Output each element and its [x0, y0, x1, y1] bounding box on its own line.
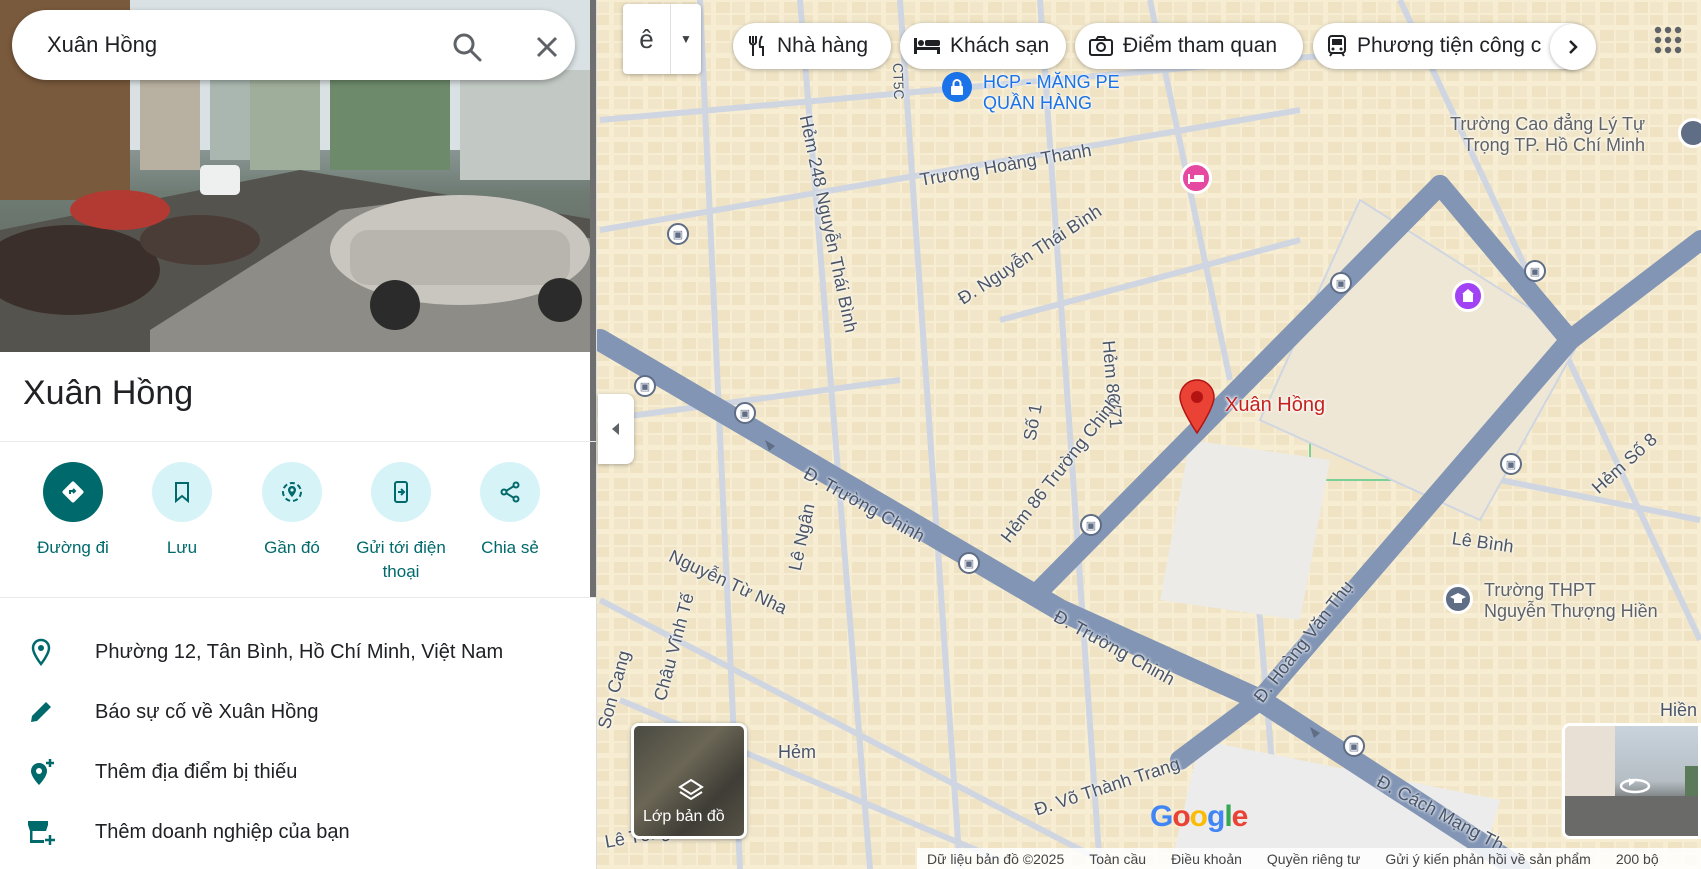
apps-grid-icon — [1654, 26, 1682, 54]
add-place-row[interactable]: Thêm địa điểm bị thiếu — [0, 745, 596, 801]
chip-label: Phương tiện công c — [1357, 34, 1542, 57]
add-business-text: Thêm doanh nghiệp của bạn — [95, 821, 350, 843]
search-button[interactable] — [450, 30, 484, 64]
nearby-label: Gần đó — [264, 538, 320, 557]
location-icon — [31, 638, 51, 667]
report-text: Báo sự cố về Xuân Hồng — [95, 701, 319, 723]
add-business-icon — [28, 821, 55, 845]
location-pin-icon[interactable] — [1178, 378, 1216, 434]
add-business-row[interactable]: Thêm doanh nghiệp của bạn — [0, 805, 596, 861]
search-input[interactable] — [47, 28, 427, 62]
scale-bar[interactable]: 200 bộ — [1616, 851, 1659, 867]
close-button[interactable] — [530, 30, 564, 64]
bus-stop-icon[interactable]: ▣ — [734, 402, 756, 424]
street-view-thumbnail — [1565, 726, 1698, 836]
bus-stop-icon[interactable]: ▣ — [1500, 453, 1522, 475]
bus-stop-icon[interactable]: ▣ — [634, 375, 656, 397]
share-icon — [500, 481, 520, 503]
action-bar: Đường đi Lưu Gần đó Gửi tới điện thoại C… — [18, 462, 578, 582]
chip-label: Khách sạn — [950, 34, 1050, 57]
street-label: CT5C — [890, 62, 908, 100]
bus-stop-icon[interactable]: ▣ — [1524, 260, 1546, 282]
directions-label: Đường đi — [37, 538, 109, 557]
directions-icon — [62, 481, 84, 503]
street-label: Hiền — [1660, 700, 1698, 720]
rotate-360-icon — [1619, 778, 1651, 794]
layers-icon — [678, 778, 704, 801]
street-label: Hẻm — [778, 742, 817, 762]
terms-link[interactable]: Điều khoản — [1171, 851, 1242, 867]
map-layers-button[interactable]: Lớp bản đồ — [631, 723, 747, 839]
chevron-right-icon — [1569, 40, 1578, 54]
close-icon — [536, 36, 558, 58]
poi-label-highschool[interactable]: Trường THPT Nguyễn Thượng Hiền — [1484, 580, 1658, 622]
report-row[interactable]: Báo sự cố về Xuân Hồng — [0, 685, 596, 741]
bus-stop-icon[interactable]: ▣ — [667, 223, 689, 245]
chip-attractions[interactable]: Điểm tham quan — [1075, 23, 1303, 69]
bus-stop-icon[interactable]: ▣ — [1330, 272, 1352, 294]
lock-poi-icon[interactable] — [942, 72, 972, 102]
send-to-phone-icon — [394, 481, 408, 503]
nearby-button[interactable]: Gần đó — [237, 462, 347, 560]
input-tools-label: ê — [623, 4, 671, 74]
chips-next-button[interactable] — [1550, 24, 1596, 70]
save-label: Lưu — [166, 538, 198, 557]
street-view-button[interactable] — [1562, 723, 1701, 839]
panel-scrollbar[interactable] — [590, 0, 596, 598]
pencil-icon — [31, 702, 51, 722]
chip-label: Điểm tham quan — [1123, 34, 1278, 57]
share-button[interactable]: Chia sẻ — [455, 462, 565, 560]
divider — [0, 441, 596, 442]
divider — [0, 597, 596, 598]
address-row[interactable]: Phường 12, Tân Bình, Hồ Chí Minh, Việt N… — [0, 625, 596, 681]
directions-button[interactable]: Đường đi — [18, 462, 128, 560]
bus-stop-icon[interactable]: ▣ — [1080, 514, 1102, 536]
landmark-poi-icon[interactable] — [1452, 280, 1484, 312]
nearby-icon — [282, 482, 302, 502]
place-title: Xuân Hồng — [23, 374, 194, 412]
address-text: Phường 12, Tân Bình, Hồ Chí Minh, Việt N… — [95, 641, 504, 663]
save-button[interactable]: Lưu — [127, 462, 237, 560]
collapse-panel-button[interactable] — [598, 394, 634, 464]
map-footer: Dữ liệu bản đồ ©2025 Toàn cầu Điều khoản… — [917, 848, 1701, 869]
bookmark-icon — [175, 482, 189, 503]
hotel-poi-icon[interactable] — [1180, 162, 1212, 194]
chip-restaurants[interactable]: Nhà hàng — [733, 23, 891, 69]
input-tools-button[interactable]: ê ▼ — [623, 4, 701, 74]
layers-label: Lớp bản đồ — [643, 808, 725, 825]
search-icon — [453, 33, 482, 62]
send-to-phone-button[interactable]: Gửi tới điện thoại — [346, 462, 456, 584]
map-data-attribution: Dữ liệu bản đồ ©2025 — [927, 850, 1065, 867]
global-link[interactable]: Toàn cầu — [1089, 851, 1146, 867]
chevron-left-icon — [612, 423, 619, 435]
chip-hotels[interactable]: Khách sạn — [900, 23, 1066, 69]
poi-label-hcp[interactable]: HCP - MĂNG PE QUẦN HÀNG — [983, 72, 1120, 114]
bus-stop-icon[interactable]: ▣ — [1343, 735, 1365, 757]
transit-icon — [1327, 35, 1347, 57]
feedback-link[interactable]: Gửi ý kiến phản hồi về sản phẩm — [1385, 851, 1591, 867]
add-place-text: Thêm địa điểm bị thiếu — [95, 761, 298, 783]
add-location-icon — [31, 759, 54, 785]
google-apps-button[interactable] — [1648, 20, 1688, 60]
camera-icon — [1089, 36, 1113, 56]
chip-label: Nhà hàng — [777, 34, 869, 57]
restaurant-icon — [747, 35, 767, 57]
bus-stop-icon[interactable]: ▣ — [958, 552, 980, 574]
place-panel: Xuân Hồng Đường đi Lưu Gần đó Gửi tới đi… — [0, 0, 597, 869]
privacy-link[interactable]: Quyền riêng tư — [1267, 851, 1360, 867]
hotel-icon — [914, 38, 940, 54]
search-box — [12, 10, 575, 80]
share-label: Chia sẻ — [481, 538, 539, 557]
google-logo: Google — [1150, 800, 1248, 833]
pin-label[interactable]: Xuân Hồng — [1225, 394, 1325, 417]
school-poi-icon[interactable] — [1443, 584, 1473, 614]
poi-label-college[interactable]: Trường Cao đẳng Lý Tự Trọng TP. Hồ Chí M… — [1450, 114, 1645, 156]
school-poi-icon[interactable] — [1678, 118, 1701, 148]
send-to-phone-label: Gửi tới điện thoại — [356, 538, 446, 581]
caret-down-icon: ▼ — [680, 32, 692, 46]
